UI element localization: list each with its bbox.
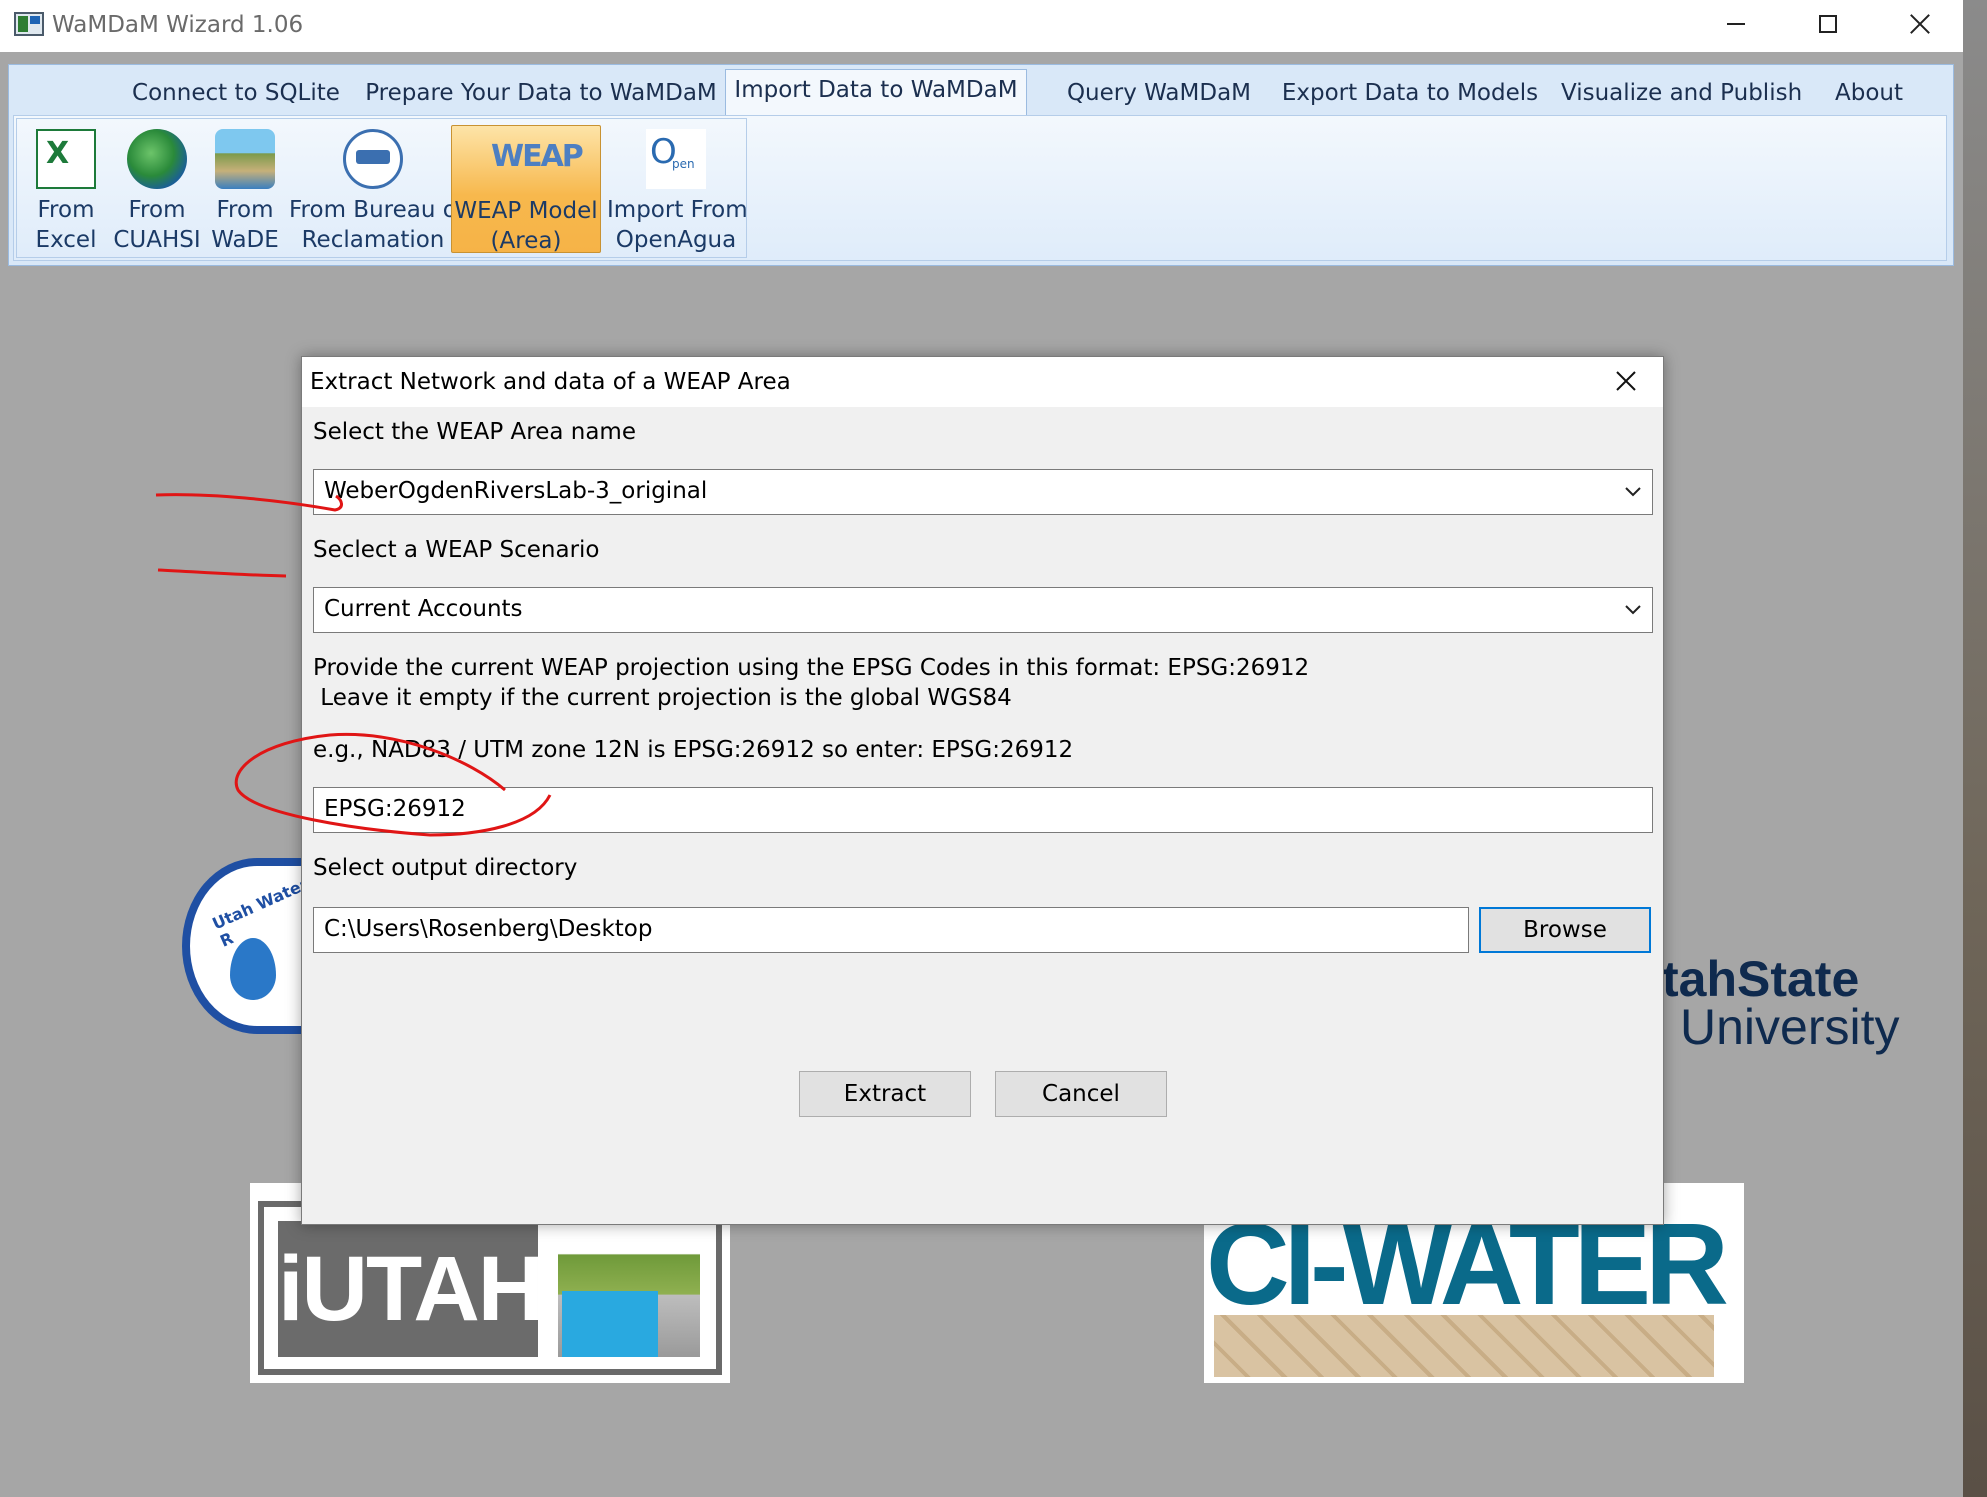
from-cuahsi-label-line1: From — [128, 197, 186, 223]
output-directory-value: C:\Users\Rosenberg\Desktop — [324, 916, 653, 942]
close-icon — [1909, 13, 1931, 35]
tab-connect-to-sqlite[interactable]: Connect to SQLite — [121, 73, 351, 113]
area-name-label: Select the WEAP Area name — [313, 419, 636, 445]
main-window: WaMDaM Wizard 1.06 Connect to SQLite Pre… — [0, 0, 1963, 1497]
openagua-icon — [646, 129, 706, 189]
output-directory-input[interactable]: C:\Users\Rosenberg\Desktop — [313, 907, 1469, 953]
dialog-close-button[interactable] — [1598, 359, 1654, 403]
ribbon-panel-import: From Excel From CUAHSI From WaDE From Bu… — [13, 115, 1947, 261]
desktop-background-edge — [1963, 0, 1987, 1497]
minimize-button[interactable] — [1690, 0, 1782, 48]
from-bureau-of-reclamation-button[interactable]: From Bureau of Reclamation — [289, 125, 465, 253]
wade-icon — [215, 129, 275, 189]
extract-button[interactable]: Extract — [799, 1071, 971, 1117]
from-excel-label-line1: From — [37, 197, 95, 223]
maximize-icon — [1819, 15, 1837, 33]
tab-prepare-your-data[interactable]: Prepare Your Data to WaMDaM — [365, 73, 717, 113]
app-icon — [14, 12, 44, 36]
ci-water-logo-text: CI-WATER — [1206, 1199, 1729, 1329]
water-drop-icon — [230, 938, 276, 1000]
maximize-button[interactable] — [1782, 0, 1874, 48]
import-source-group: From Excel From CUAHSI From WaDE From Bu… — [16, 118, 748, 258]
projection-input-value: EPSG:26912 — [324, 796, 466, 822]
from-excel-button[interactable]: From Excel — [27, 125, 105, 253]
city-icon — [562, 1291, 658, 1357]
iutah-logo-text: iUTAH — [278, 1221, 544, 1357]
weap-scenario-dropdown[interactable]: Current Accounts — [313, 587, 1653, 633]
cancel-button[interactable]: Cancel — [995, 1071, 1167, 1117]
usu-logo-line2: University — [1680, 999, 1900, 1055]
openagua-label-line2: OpenAgua — [615, 227, 737, 253]
weap-label-line2: (Area) — [490, 228, 562, 254]
tab-export-data-to-models[interactable]: Export Data to Models — [1279, 73, 1541, 113]
from-excel-label-line2: Excel — [35, 227, 97, 253]
from-cuahsi-label-line2: CUAHSI — [113, 227, 201, 253]
weap-icon — [491, 130, 582, 190]
tab-query-wamdam[interactable]: Query WaMDaM — [1053, 73, 1265, 113]
minimize-icon — [1727, 23, 1745, 25]
bureau-label-line2: Reclamation — [301, 227, 445, 253]
cuahsi-icon — [127, 129, 187, 189]
scenario-label: Seclect a WEAP Scenario — [313, 537, 600, 563]
iutah-landscape-icon — [558, 1231, 700, 1357]
window-title: WaMDaM Wizard 1.06 — [52, 12, 304, 38]
tab-visualize-and-publish[interactable]: Visualize and Publish — [1561, 73, 1802, 113]
tab-import-data[interactable]: Import Data to WaMDaM — [725, 69, 1027, 117]
browse-button[interactable]: Browse — [1479, 907, 1651, 953]
openagua-label-line1: Import From — [607, 197, 748, 223]
cracked-ground-icon — [1214, 1315, 1714, 1377]
projection-input[interactable]: EPSG:26912 — [313, 787, 1653, 833]
projection-example-text: e.g., NAD83 / UTM zone 12N is EPSG:26912… — [313, 737, 1074, 763]
close-window-button[interactable] — [1874, 0, 1966, 48]
dialog-title: Extract Network and data of a WEAP Area — [310, 369, 791, 395]
tab-about[interactable]: About — [1819, 73, 1919, 113]
chevron-down-icon — [1625, 487, 1641, 497]
from-wade-label-line2: WaDE — [211, 227, 279, 253]
from-wade-button[interactable]: From WaDE — [207, 125, 283, 253]
excel-icon — [36, 129, 96, 189]
bureau-of-reclamation-icon — [343, 129, 403, 189]
from-cuahsi-button[interactable]: From CUAHSI — [113, 125, 201, 253]
ribbon-tab-row: Connect to SQLite Prepare Your Data to W… — [9, 65, 1953, 117]
projection-help-text-line2: Leave it empty if the current projection… — [313, 685, 1012, 711]
weap-area-selected-value: WeberOgdenRiversLab-3_original — [324, 478, 708, 504]
chevron-down-icon — [1625, 605, 1641, 615]
dialog-title-bar: Extract Network and data of a WEAP Area — [302, 357, 1663, 407]
output-directory-label: Select output directory — [313, 855, 578, 881]
weap-model-area-button[interactable]: WEAP Model (Area) — [451, 125, 601, 254]
close-icon — [1616, 371, 1636, 391]
weap-area-dropdown[interactable]: WeberOgdenRiversLab-3_original — [313, 469, 1653, 515]
utah-state-university-logo: tahState University — [1662, 954, 1900, 1055]
bureau-label-line1: From Bureau of — [289, 197, 465, 223]
projection-help-text-line1: Provide the current WEAP projection usin… — [313, 655, 1310, 681]
title-bar: WaMDaM Wizard 1.06 — [0, 0, 1963, 52]
ribbon: Connect to SQLite Prepare Your Data to W… — [8, 64, 1954, 266]
import-from-openagua-button[interactable]: Import From OpenAgua — [607, 125, 748, 253]
extract-weap-area-dialog: Extract Network and data of a WEAP Area … — [301, 356, 1664, 1225]
from-wade-label-line1: From — [216, 197, 274, 223]
weap-label-line1: WEAP Model — [454, 198, 598, 224]
weap-scenario-selected-value: Current Accounts — [324, 596, 523, 622]
